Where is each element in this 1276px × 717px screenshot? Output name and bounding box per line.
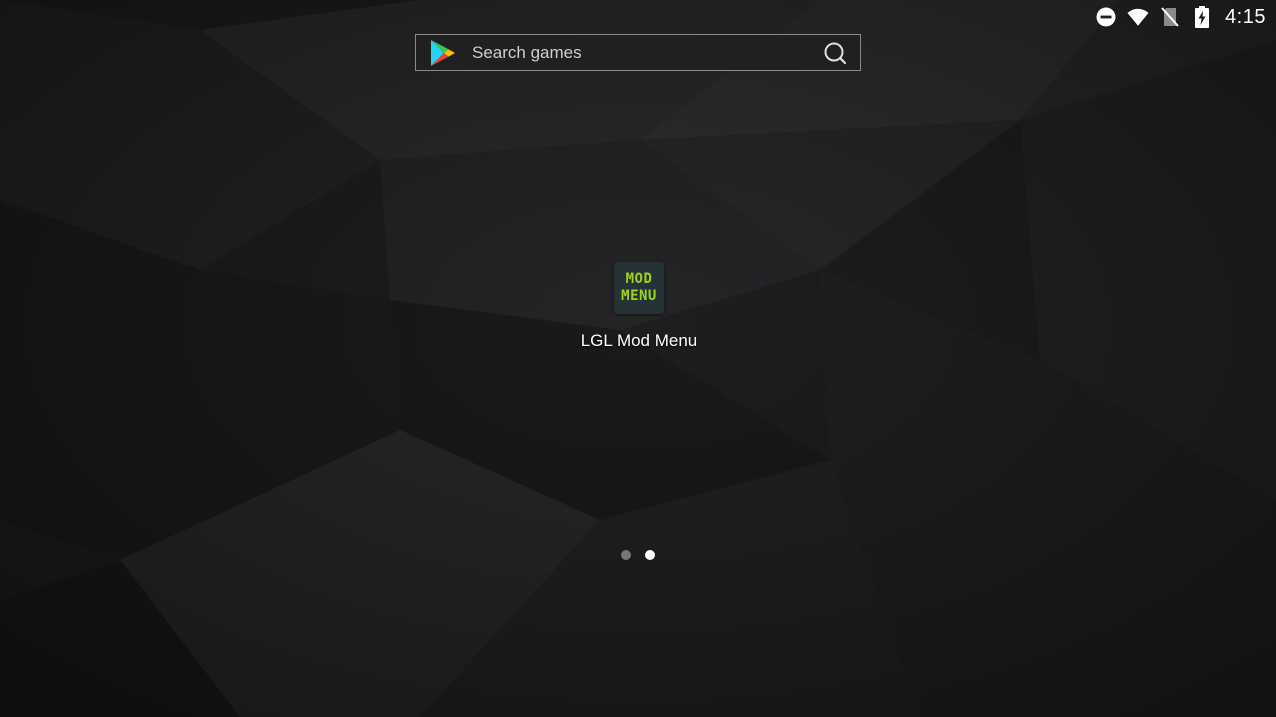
search-icon[interactable] [822,40,848,66]
app-shortcut-lgl-mod-menu[interactable]: MOD MENU LGL Mod Menu [578,262,700,351]
wifi-icon [1127,6,1149,28]
battery-charging-icon [1191,6,1213,28]
search-bar[interactable] [415,34,861,71]
clock: 4:15 [1225,5,1266,28]
wallpaper [0,0,1276,717]
google-play-icon[interactable] [430,39,456,67]
status-bar: 4:15 [1095,0,1276,34]
page-dot-2-active[interactable] [645,550,655,560]
do-not-disturb-icon [1095,6,1117,28]
search-input[interactable] [472,42,822,63]
app-icon-text-line2: MENU [621,288,657,304]
app-icon-text-line1: MOD [625,271,653,287]
mod-menu-app-icon[interactable]: MOD MENU [614,262,664,314]
app-label: LGL Mod Menu [580,331,698,350]
home-screen: 4:15 MOD MENU LGL Mod Menu [0,0,1276,717]
no-sim-icon [1159,6,1181,28]
page-dot-1[interactable] [621,550,631,560]
page-indicator [621,550,655,560]
